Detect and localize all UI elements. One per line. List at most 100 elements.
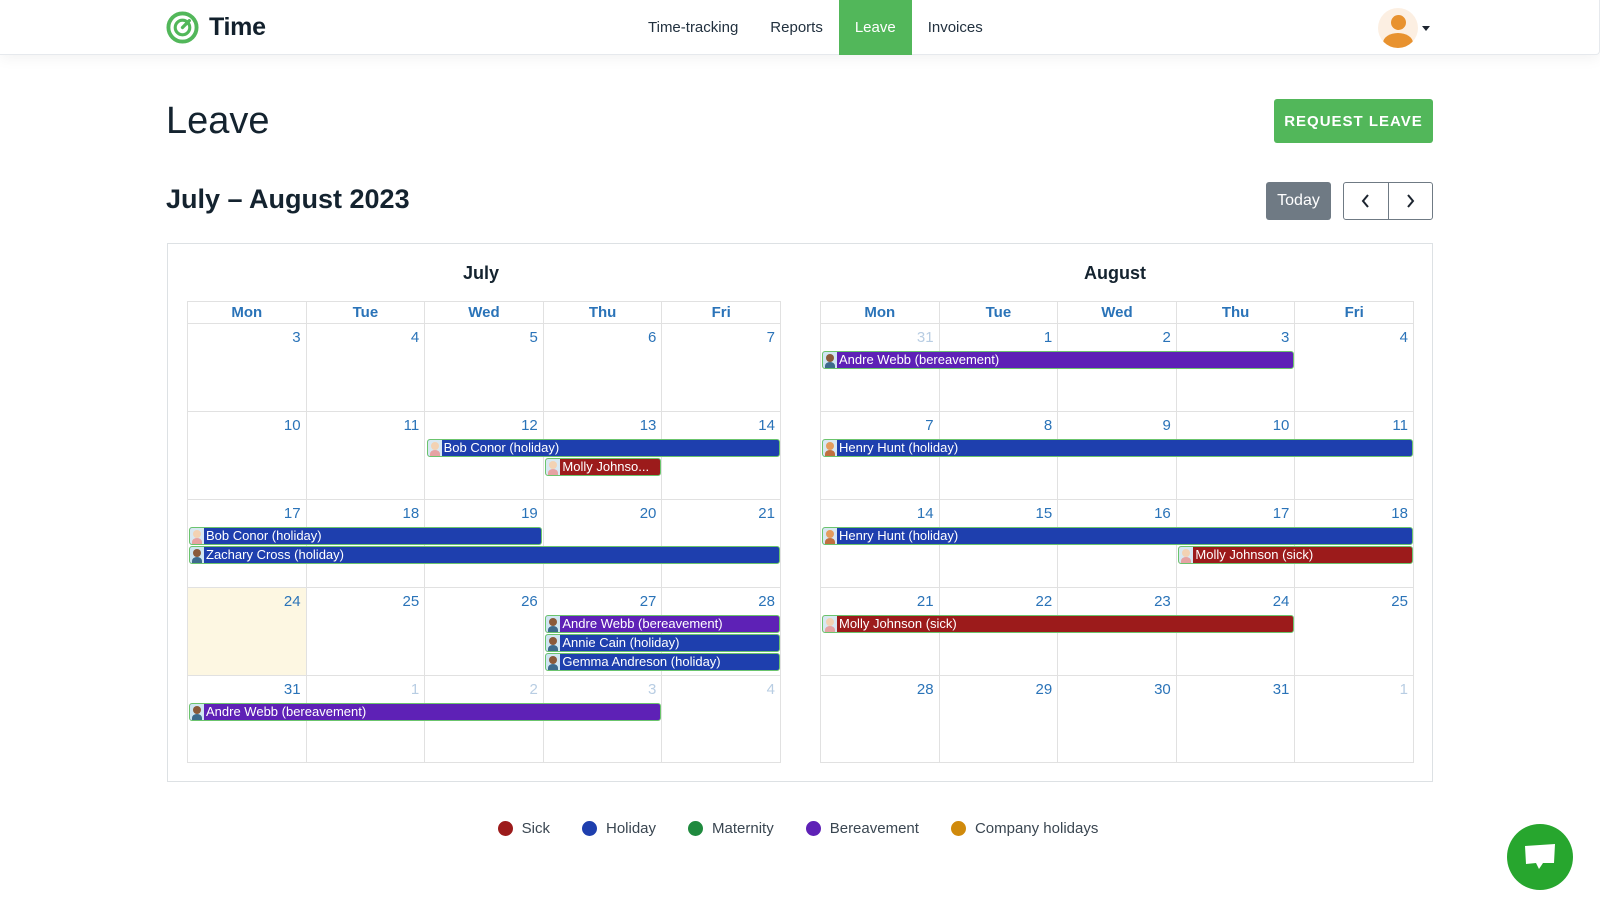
employee-avatar-icon [190,704,204,720]
day-cell[interactable]: 3 [188,324,306,411]
event-label: Andre Webb (bereavement) [562,616,723,631]
leave-event-holiday[interactable]: Gemma Andreson (holiday) [545,653,780,671]
leave-event-sick[interactable]: Molly Johnson (sick) [1178,546,1413,564]
day-cell[interactable]: 4 [661,676,780,762]
week-row: 14 15 16 17 18 Henry Hunt (holiday) Molly John… [820,499,1414,587]
leave-event-holiday[interactable]: Bob Conor (holiday) [189,527,543,545]
day-cell[interactable]: 4 [305,324,425,411]
weekday-label: Wed [1057,302,1176,323]
day-cell[interactable]: 5 [424,324,543,411]
leave-event-sick[interactable]: Molly Johnson (sick) [822,615,1295,633]
day-number: 10 [283,417,301,434]
legend-item-holiday: Holiday [582,820,656,837]
event-label: Molly Johnso... [562,459,650,474]
legend-dot-icon [688,821,704,836]
week-row: 7 8 9 10 11 Henry Hunt (holiday) [820,411,1414,499]
day-number: 22 [1035,593,1053,610]
day-cell-today[interactable]: 24 [188,588,306,675]
leave-event-holiday[interactable]: Henry Hunt (holiday) [822,439,1413,457]
event-label: Annie Cain (holiday) [562,635,680,650]
leave-event-holiday[interactable]: Bob Conor (holiday) [426,439,780,457]
week-row: 21 22 23 24 25 Molly Johnson (sick) [820,587,1414,675]
logo-icon [166,11,199,44]
chevron-left-icon [1361,194,1369,208]
day-cell[interactable]: 4 [1294,324,1413,411]
weekday-label: Fri [1294,302,1413,323]
day-number: 2 [1162,329,1171,346]
prev-period-button[interactable] [1344,183,1388,219]
chat-bubble-icon [1525,844,1555,869]
day-cell[interactable]: 11 [305,412,425,499]
next-period-button[interactable] [1387,183,1433,219]
leave-event-bereavement[interactable]: Andre Webb (bereavement) [822,351,1295,369]
nav-time-tracking[interactable]: Time-tracking [632,0,754,55]
day-cell[interactable]: 28 [821,676,939,762]
leave-event-holiday[interactable]: Zachary Cross (holiday) [189,546,780,564]
leave-event-holiday[interactable]: Henry Hunt (holiday) [822,527,1413,545]
nav-leave[interactable]: Leave [838,0,912,55]
day-cell[interactable]: 31 [1175,676,1295,762]
leave-event-holiday[interactable]: Annie Cain (holiday) [545,634,780,652]
weekday-label: Thu [542,302,662,323]
leave-event-bereavement[interactable]: Andre Webb (bereavement) [189,703,662,721]
leave-event-bereavement[interactable]: Andre Webb (bereavement) [545,615,780,633]
employee-avatar-icon [546,459,561,475]
user-menu[interactable] [1378,8,1430,48]
day-number: 24 [283,593,301,610]
day-number: 3 [292,329,301,346]
day-cell[interactable]: 7 [661,324,780,411]
main-nav: Time-tracking Reports Leave Invoices [632,0,999,55]
day-cell[interactable]: 25 [1294,588,1413,675]
legend-item-sick: Sick [497,820,550,837]
day-cell[interactable]: 30 [1057,676,1176,762]
period-navigation [1343,182,1433,220]
nav-invoices[interactable]: Invoices [912,0,999,55]
day-cell[interactable]: 1 [1294,676,1413,762]
day-cell[interactable]: 10 [188,412,306,499]
day-number: 3 [1281,329,1290,346]
event-label: Andre Webb (bereavement) [839,352,1000,367]
day-number: 2 [529,681,538,698]
legend-label: Bereavement [829,820,919,837]
day-cell[interactable]: 6 [542,324,662,411]
day-number: 17 [283,505,301,522]
employee-avatar-icon [823,528,837,544]
day-cell[interactable]: 29 [938,676,1058,762]
day-cell[interactable]: 21 [661,500,780,587]
day-number: 4 [1399,329,1408,346]
event-label: Bob Conor (holiday) [206,528,322,543]
weekday-label: Tue [305,302,425,323]
request-leave-button[interactable]: REQUEST LEAVE [1274,99,1433,143]
day-number: 25 [1391,593,1408,610]
day-number: 17 [1272,505,1290,522]
weekday-header: Mon Tue Wed Thu Fri [187,301,781,323]
user-avatar-icon [1378,8,1418,48]
nav-reports[interactable]: Reports [754,0,839,55]
leave-event-sick[interactable]: Molly Johnso... [545,458,662,476]
legend-label: Sick [521,820,550,837]
chat-button[interactable] [1507,824,1573,890]
app-logo[interactable]: Time [166,11,266,44]
day-number: 28 [916,681,934,698]
event-label: Molly Johnson (sick) [839,616,957,631]
day-number: 31 [1272,681,1290,698]
day-number: 28 [758,593,775,610]
weekday-label: Fri [661,302,780,323]
employee-avatar-icon [190,528,204,544]
day-number: 3 [648,681,657,698]
day-number: 1 [1043,329,1053,346]
day-number: 24 [1272,593,1290,610]
employee-avatar-icon [190,547,204,563]
day-cell[interactable]: 26 [424,588,543,675]
day-number: 1 [410,681,420,698]
event-label: Henry Hunt (holiday) [839,528,959,543]
today-button[interactable]: Today [1266,182,1331,220]
day-cell[interactable]: 25 [305,588,425,675]
week-row: 24 25 26 27 28 Andre Webb (bereavement) Annie … [187,587,781,675]
month-label-august: August [1084,263,1146,283]
day-number: 11 [1392,417,1408,434]
day-cell[interactable]: 20 [542,500,662,587]
week-row: 3 4 5 6 7 [187,323,781,411]
week-row: 17 18 19 20 21 Bob Conor (holiday) Zachary Cro… [187,499,781,587]
weekday-header: Mon Tue Wed Thu Fri [820,301,1414,323]
